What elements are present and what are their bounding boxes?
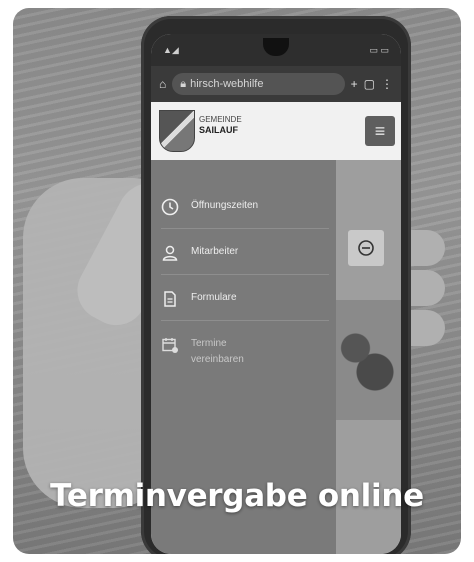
site-name-small: GEMEINDE — [199, 115, 242, 124]
signal-icon: ▲◢ — [163, 44, 179, 55]
clock-shortcut-button[interactable] — [348, 230, 384, 266]
calendar-icon — [161, 336, 179, 354]
clock-icon — [161, 198, 179, 216]
address-bar[interactable]: 🔒︎ hirsch-webhilfe — [172, 73, 345, 95]
site-name: GEMEINDE SAILAUF — [199, 114, 242, 136]
url-text: hirsch-webhilfe — [190, 78, 264, 90]
clock-icon — [358, 240, 374, 256]
menu-item-label: Formulare — [191, 292, 237, 303]
divider — [161, 228, 329, 229]
browser-toolbar: ⌂ 🔒︎ hirsch-webhilfe + ▢ ⋮ — [151, 66, 401, 102]
lock-icon: 🔒︎ — [180, 77, 187, 90]
home-icon[interactable]: ⌂ — [159, 77, 166, 91]
menu-item-formulare[interactable]: Formulare — [161, 290, 329, 308]
new-tab-icon[interactable]: + — [351, 77, 358, 91]
menu-item-termine[interactable]: Termine vereinbaren — [161, 336, 329, 368]
tabs-icon[interactable]: ▢ — [364, 77, 375, 91]
menu-item-label: Öffnungszeiten — [191, 200, 259, 211]
menu-item-oeffnungszeiten[interactable]: Öffnungszeiten — [161, 198, 329, 216]
person-icon — [161, 244, 179, 262]
site-name-big: SAILAUF — [199, 125, 238, 135]
photo-card: ▲◢ ▭ ▭ ⌂ 🔒︎ hirsch-webhilfe + ▢ ⋮ GEMEIN… — [13, 8, 461, 554]
menu-item-mitarbeiter[interactable]: Mitarbeiter — [161, 244, 329, 262]
site-header: GEMEINDE SAILAUF ≡ — [151, 102, 401, 160]
menu-item-label: Termine vereinbaren — [191, 338, 244, 365]
divider — [161, 274, 329, 275]
divider — [161, 320, 329, 321]
background-photo — [336, 300, 401, 420]
municipal-crest-logo — [159, 110, 195, 152]
phone-screen: ▲◢ ▭ ▭ ⌂ 🔒︎ hirsch-webhilfe + ▢ ⋮ GEMEIN… — [151, 34, 401, 554]
hamburger-menu-button[interactable]: ≡ — [365, 116, 395, 146]
menu-item-label: Mitarbeiter — [191, 246, 239, 257]
battery-icon: ▭ ▭ — [369, 44, 389, 55]
caption-text: Terminvergabe online — [50, 478, 424, 514]
document-icon — [161, 290, 179, 308]
more-icon[interactable]: ⋮ — [381, 77, 393, 91]
smartphone: ▲◢ ▭ ▭ ⌂ 🔒︎ hirsch-webhilfe + ▢ ⋮ GEMEIN… — [141, 16, 411, 554]
